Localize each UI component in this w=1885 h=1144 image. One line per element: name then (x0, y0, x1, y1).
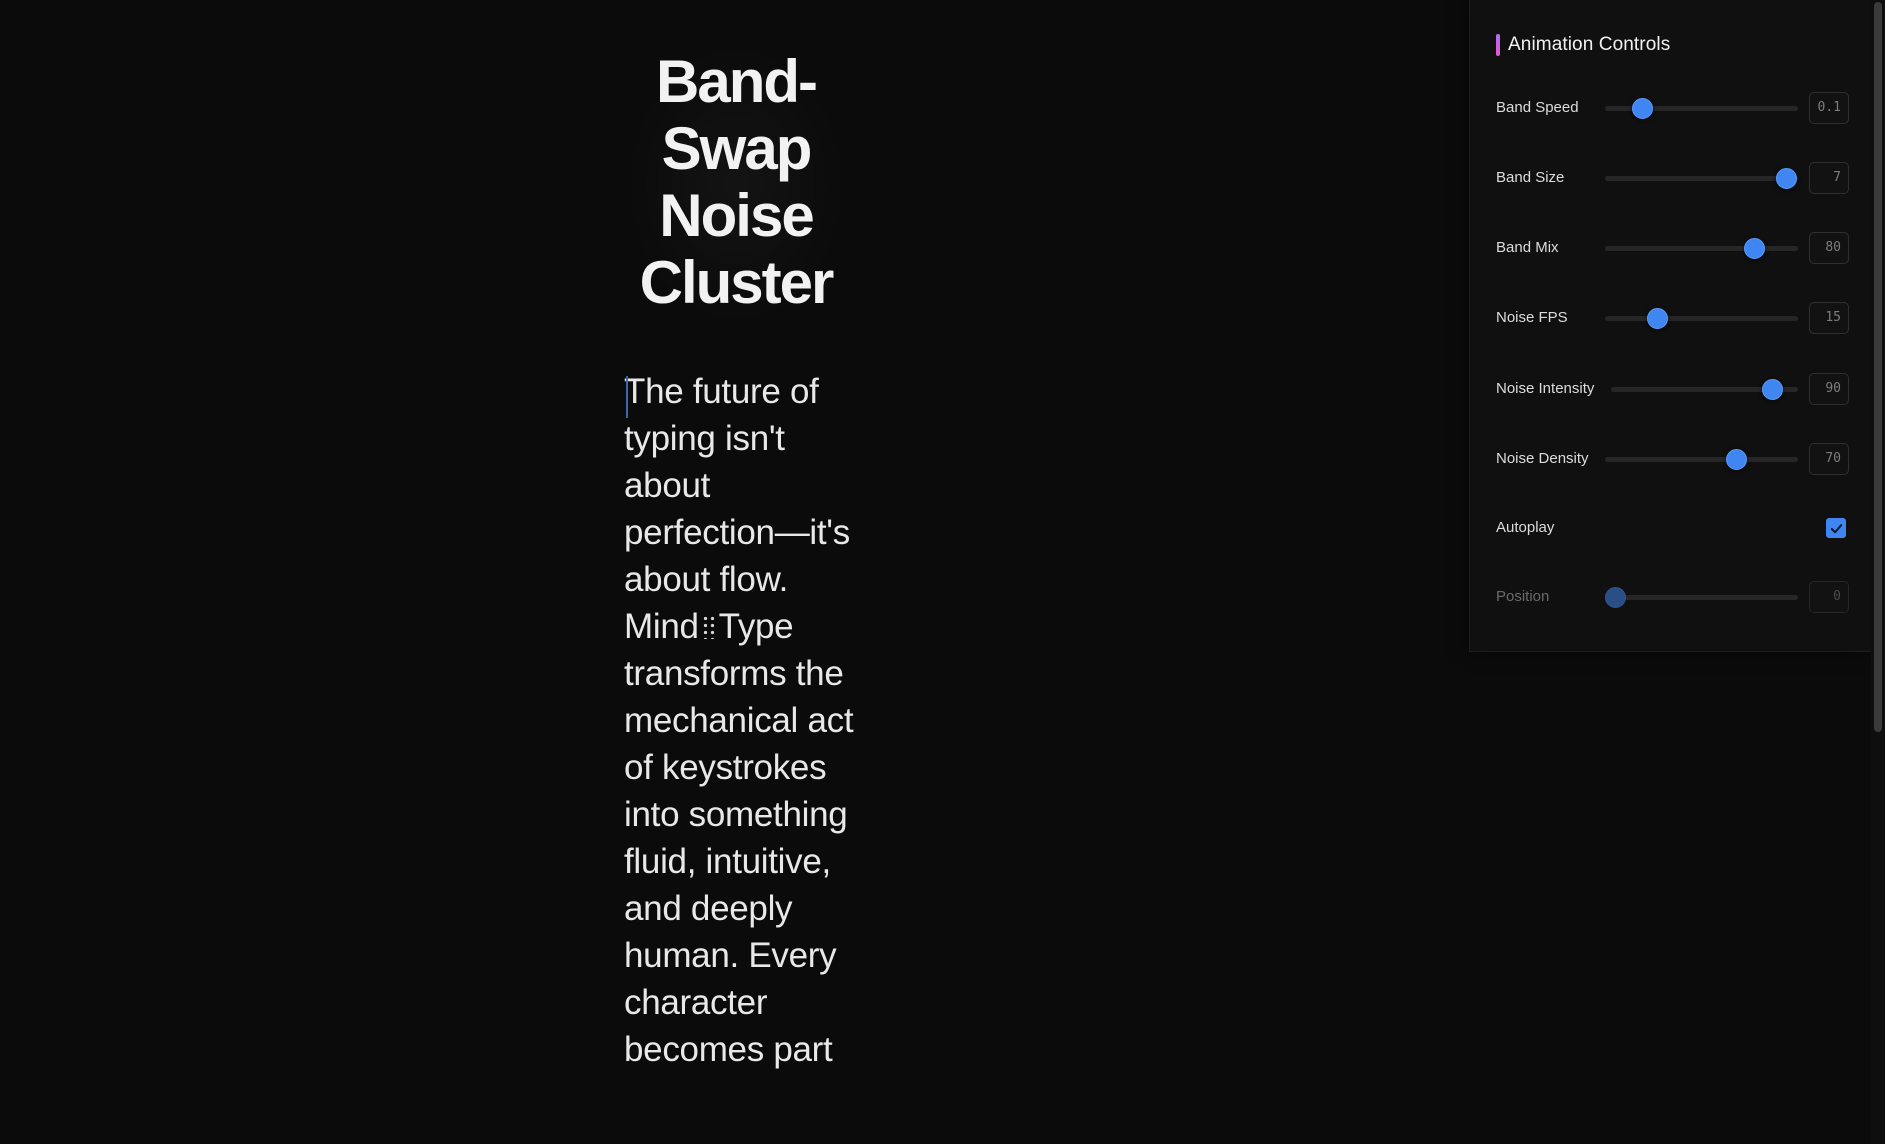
text-caret (626, 376, 628, 418)
noise-fps-slider[interactable] (1605, 308, 1798, 329)
title-line: Band- (656, 48, 818, 115)
noise-fps-value[interactable]: 15 (1809, 302, 1849, 334)
panel-header: Animation Controls (1496, 34, 1670, 56)
animation-controls-panel: Animation Controls Band Speed 0.1 Band S… (1469, 0, 1871, 652)
slider-thumb[interactable] (1647, 308, 1669, 329)
noise-density-value[interactable]: 70 (1809, 443, 1849, 475)
control-band-mix: Band Mix 80 (1496, 232, 1849, 264)
noise-intensity-slider[interactable] (1611, 379, 1798, 400)
grip-dots-icon (701, 614, 716, 639)
slider-thumb[interactable] (1631, 98, 1653, 119)
title-line: Swap (661, 115, 813, 182)
band-size-value[interactable]: 7 (1809, 162, 1849, 194)
control-label: Autoplay (1496, 519, 1555, 536)
title-line: Noise (659, 182, 814, 249)
app-stage: Band- Swap Noise Cluster The future of t… (0, 0, 1885, 1144)
control-label: Band Size (1496, 169, 1565, 186)
band-size-slider[interactable] (1605, 168, 1798, 189)
band-speed-value[interactable]: 0.1 (1809, 92, 1849, 124)
accent-bar (1496, 34, 1500, 56)
control-position: Position 0 (1496, 581, 1849, 613)
slider-thumb[interactable] (1761, 379, 1783, 400)
control-label: Noise FPS (1496, 309, 1568, 326)
title-line: Cluster (639, 249, 835, 316)
noise-density-slider[interactable] (1605, 449, 1798, 470)
control-label: Noise Intensity (1496, 380, 1595, 397)
band-mix-slider[interactable] (1605, 238, 1798, 259)
control-noise-intensity: Noise Intensity 90 (1496, 373, 1849, 405)
control-autoplay: Autoplay (1496, 512, 1846, 544)
body-text-part: The future of typing isn't about perfect… (624, 372, 850, 646)
check-icon (1830, 523, 1842, 533)
band-mix-value[interactable]: 80 (1809, 232, 1849, 264)
page-title: Band- Swap Noise Cluster (624, 40, 848, 328)
control-label: Position (1496, 588, 1550, 605)
noise-intensity-value[interactable]: 90 (1809, 373, 1849, 405)
slider-thumb[interactable] (1776, 168, 1798, 189)
position-slider[interactable] (1604, 587, 1798, 608)
control-noise-fps: Noise FPS 15 (1496, 302, 1849, 334)
control-label: Band Mix (1496, 239, 1559, 256)
panel-title: Animation Controls (1508, 34, 1671, 55)
article: Band- Swap Noise Cluster The future of t… (624, 40, 856, 1073)
control-band-size: Band Size 7 (1496, 162, 1849, 194)
control-label: Noise Density (1496, 450, 1589, 467)
position-value[interactable]: 0 (1809, 581, 1849, 613)
page-scrollbar[interactable] (1871, 0, 1885, 1144)
slider-thumb[interactable] (1604, 587, 1626, 608)
control-band-speed: Band Speed 0.1 (1496, 92, 1849, 124)
control-label: Band Speed (1496, 99, 1579, 116)
band-speed-slider[interactable] (1605, 98, 1798, 119)
editable-text-area[interactable]: The future of typing isn't about perfect… (624, 368, 856, 1073)
slider-thumb[interactable] (1726, 449, 1748, 470)
control-noise-density: Noise Density 70 (1496, 443, 1849, 475)
autoplay-checkbox[interactable] (1826, 518, 1846, 538)
slider-thumb[interactable] (1743, 238, 1765, 259)
scrollbar-thumb[interactable] (1874, 2, 1882, 732)
body-text-part: Type transforms the mechanical act of ke… (624, 607, 854, 1069)
